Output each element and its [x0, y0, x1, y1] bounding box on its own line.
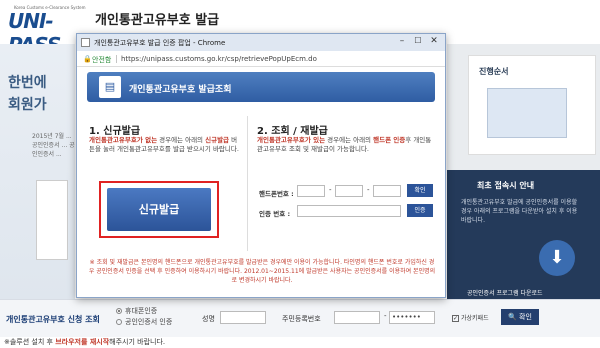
maximize-button[interactable]: ☐: [411, 36, 425, 49]
re-desc-red-2: 핸드폰 인증: [373, 136, 406, 144]
rrn-back-input[interactable]: •••••••: [389, 311, 435, 324]
phone-input-1[interactable]: [297, 185, 325, 197]
popup-titlebar[interactable]: 개인통관고유부호 발급 인증 팝업 - Chrome – ☐ ✕: [77, 34, 445, 51]
address-separator: |: [115, 54, 118, 63]
radio-phone-label: 휴대폰인증: [125, 307, 158, 315]
process-screenshot[interactable]: [487, 88, 567, 138]
auth-method-radio-group: 휴대폰인증 공인인증서 인증: [116, 306, 172, 328]
close-button[interactable]: ✕: [427, 36, 441, 49]
page-icon: [81, 38, 90, 47]
re-desc-red: 개인통관고유부호가 있는: [257, 136, 326, 144]
new-issue-button[interactable]: 신규발급: [107, 188, 211, 231]
lock-icon: 🔒: [83, 55, 92, 63]
radio-selected-icon[interactable]: [116, 308, 122, 314]
first-access-desc: 개인통관고유부호 발급에 공인인증서를 이용할 경우 아래의 프로그램을 다운받…: [461, 199, 578, 224]
radio-cert-label: 공인인증서 인증: [125, 318, 173, 326]
left-heading-2: 회원가: [8, 97, 47, 113]
auth-popup-window: 개인통관고유부호 발급 인증 팝업 - Chrome – ☐ ✕ 🔒 안전함 |…: [76, 33, 446, 298]
reissue-desc: 개인통관고유부호가 있는 경우에는 아래의 핸드폰 인증후 개인통관고유부호 조…: [257, 136, 437, 154]
radio-unselected-icon[interactable]: [116, 319, 122, 325]
secure-label: 안전함: [92, 56, 112, 64]
name-label: 성명: [202, 315, 215, 323]
process-steps-title: 진행순서: [479, 67, 509, 76]
virtual-keypad-checkbox[interactable]: ✓ 가상키패드: [452, 313, 489, 322]
process-steps-panel: 진행순서: [468, 55, 596, 155]
auth-code-label: 인증 번호 :: [259, 210, 291, 218]
first-access-panel: 최초 접속시 안내 개인통관고유부호 발급에 공인인증서를 이용할 경우 아래의…: [447, 170, 600, 299]
note-highlight: 브라우저를 재시작: [55, 338, 110, 346]
certificate-icon: ▤: [99, 76, 121, 98]
first-access-title: 최초 접속시 안내: [477, 181, 535, 190]
url-text[interactable]: https://unipass.customs.go.kr/csp/retrie…: [121, 55, 317, 63]
rrn-front-input[interactable]: [334, 311, 380, 324]
left-heading-1: 한번에: [8, 75, 47, 91]
popup-footnote: ※ 조회 및 재발급은 본인명의 핸드폰으로 개인통관고유부호를 발급받은 경우…: [88, 259, 436, 284]
phone-input-2[interactable]: [335, 185, 363, 197]
phone-input-3[interactable]: [373, 185, 401, 197]
new-desc-red-2: 신규발급: [205, 136, 230, 144]
new-issue-desc: 개인통관고유부호가 없는 경우에는 아래의 신규발급 버튼을 눌러 개인통관고유…: [89, 136, 239, 154]
new-issue-title: 1. 신규발급: [89, 126, 141, 137]
unipass-logo[interactable]: Korea Customs e-Clearance System UNI-PAS…: [4, 3, 90, 57]
left-background-panel: 한번에 회원가 2015년 7월 ... 공인인증서 ... 공인인증서 ...: [0, 44, 75, 299]
radio-phone-auth[interactable]: 휴대폰인증: [116, 306, 172, 317]
left-card-image: [36, 180, 68, 260]
rrn-dash: -: [384, 312, 387, 320]
auth-button[interactable]: 인증: [407, 204, 433, 217]
cert-program-download-link[interactable]: 공인인증서 프로그램 다운로드: [467, 288, 543, 297]
section-divider: [247, 116, 248, 251]
application-lookup-bar: 개인통관고유부호 신청 조회 휴대폰인증 공인인증서 인증 성명 주민등록번호 …: [0, 299, 600, 337]
page-title: 개인통관고유부호 발급: [95, 13, 220, 28]
name-input[interactable]: [220, 311, 266, 324]
minimize-button[interactable]: –: [395, 36, 409, 49]
virtual-keypad-label: 가상키패드: [461, 315, 489, 322]
phone-confirm-button[interactable]: 확인: [407, 184, 433, 197]
radio-cert-auth[interactable]: 공인인증서 인증: [116, 317, 172, 328]
rrn-label: 주민등록번호: [282, 315, 321, 323]
new-issue-highlight-frame: 신규발급: [99, 181, 219, 238]
phone-dash-2: -: [367, 186, 370, 194]
new-desc-1: 경우에는 아래의: [157, 136, 206, 144]
reissue-title: 2. 조회 / 재발급: [257, 126, 328, 137]
note-prefix: ※솔루션 설치 후: [4, 338, 56, 346]
checkbox-checked-icon[interactable]: ✓: [452, 315, 459, 322]
popup-banner-title: 개인통관고유부호 발급조회: [129, 85, 232, 95]
phone-dash-1: -: [329, 186, 332, 194]
popup-banner: ▤ 개인통관고유부호 발급조회: [87, 72, 435, 102]
lookup-label: 개인통관고유부호 신청 조회: [6, 315, 100, 324]
popup-window-title: 개인통관고유부호 발급 인증 팝업 - Chrome: [94, 39, 226, 47]
left-small-text: 2015년 7월 ... 공인인증서 ... 공인인증서 ...: [32, 133, 75, 158]
lookup-confirm-button[interactable]: 🔍 확인: [501, 309, 539, 325]
auth-code-input[interactable]: [297, 205, 401, 217]
note-suffix: 해주시기 바랍니다.: [109, 338, 166, 346]
re-desc-1: 경우에는 아래의: [325, 136, 374, 144]
new-desc-red: 개인통관고유부호가 없는: [89, 136, 158, 144]
address-bar[interactable]: 🔒 안전함 | https://unipass.customs.go.kr/cs…: [77, 51, 445, 67]
restart-browser-note: ※솔루션 설치 후 브라우저를 재시작해주시기 바랍니다.: [4, 337, 165, 347]
phone-number-label: 핸드폰번호 :: [259, 190, 294, 198]
lookup-confirm-label: 확인: [519, 313, 532, 321]
download-icon[interactable]: ⬇: [539, 240, 575, 276]
